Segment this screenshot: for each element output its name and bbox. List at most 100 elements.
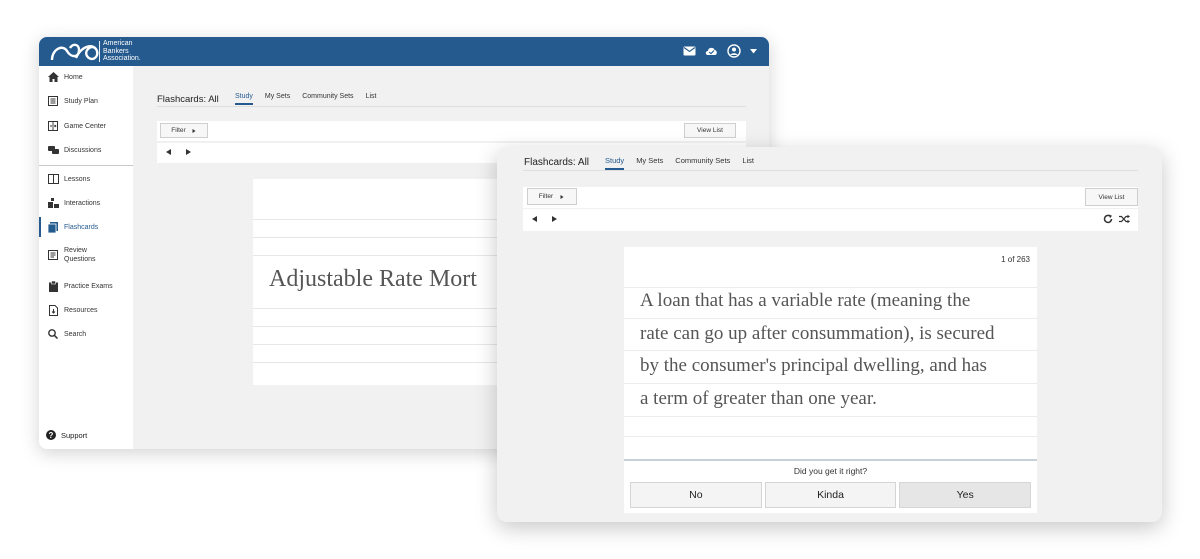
- sidebar-item-search[interactable]: Search: [39, 324, 133, 344]
- grade-kinda-button[interactable]: Kinda: [764, 482, 897, 508]
- svg-text:?: ?: [49, 431, 54, 440]
- card-rule: [624, 416, 1037, 417]
- self-grade-buttons: No Kinda Yes: [630, 482, 1032, 508]
- tab-my-sets[interactable]: My Sets: [265, 93, 290, 105]
- game-center-icon: [47, 120, 59, 132]
- view-list-button[interactable]: View List: [1085, 188, 1138, 206]
- answer-divider: [624, 459, 1037, 461]
- next-card-icon[interactable]: [186, 149, 191, 155]
- flashcard-back-side[interactable]: 1 of 263 A loan that has a variable rate…: [624, 247, 1037, 513]
- card-definition: A loan that has a variable rate (meaning…: [640, 285, 1030, 415]
- tab-bar: Study My Sets Community Sets List: [605, 156, 754, 170]
- tab-list[interactable]: List: [742, 156, 754, 170]
- sidebar-item-label: Review Questions: [64, 247, 96, 263]
- sidebar-item-discussions[interactable]: Discussions: [39, 140, 133, 160]
- sidebar-item-practice-exams[interactable]: Practice Exams: [39, 276, 133, 296]
- sidebar-item-label: Game Center: [64, 122, 107, 130]
- brand-name: American Bankers Association.: [103, 40, 141, 63]
- home-icon: [47, 71, 59, 83]
- view-list-label: View List: [697, 127, 723, 134]
- sidebar-item-label: Lessons: [64, 175, 91, 183]
- logo-separator: [99, 41, 100, 62]
- search-icon: [47, 328, 59, 340]
- title-divider: [523, 170, 1138, 171]
- grade-no-button[interactable]: No: [630, 482, 762, 508]
- support-link[interactable]: ? Support: [46, 430, 87, 440]
- view-list-label: View List: [1098, 193, 1125, 201]
- title-divider: [157, 106, 746, 107]
- sidebar-item-label: Study Plan: [64, 97, 98, 105]
- resources-icon: [47, 304, 59, 316]
- sidebar-item-label: Discussions: [64, 146, 102, 154]
- caret-right-icon: [560, 194, 564, 199]
- front-window: Flashcards: All Study My Sets Community …: [497, 147, 1162, 522]
- next-card-icon[interactable]: [552, 216, 557, 222]
- shuffle-icon[interactable]: [1119, 214, 1130, 224]
- card-nav-bar: [523, 209, 1138, 231]
- page-title: Flashcards: All: [524, 157, 590, 168]
- grade-yes-button[interactable]: Yes: [899, 482, 1032, 508]
- sidebar-item-study-plan[interactable]: Study Plan: [39, 91, 133, 111]
- review-questions-icon: [47, 249, 59, 261]
- previous-card-icon[interactable]: [532, 216, 537, 222]
- sidebar-item-review-questions[interactable]: Review Questions: [39, 243, 133, 267]
- definition-line: rate can go up after consummation), is s…: [640, 322, 995, 344]
- sidebar-item-label: Flashcards: [64, 223, 99, 231]
- tab-bar: Study My Sets Community Sets List: [235, 93, 376, 105]
- card-counter: 1 of 263: [1001, 255, 1030, 264]
- discussions-icon: [47, 144, 59, 156]
- cloud-check-icon[interactable]: [705, 46, 718, 56]
- tab-study[interactable]: Study: [605, 156, 625, 170]
- sidebar-item-label: Resources: [64, 306, 98, 314]
- sidebar-item-label: Practice Exams: [64, 282, 113, 290]
- refresh-icon[interactable]: [1103, 214, 1113, 224]
- definition-line: A loan that has a variable rate (meaning…: [640, 290, 971, 311]
- filter-label: Filter: [538, 193, 554, 200]
- sidebar-item-label: Interactions: [64, 199, 101, 207]
- help-icon: ?: [46, 430, 56, 440]
- tab-study[interactable]: Study: [235, 93, 253, 105]
- previous-card-icon[interactable]: [166, 149, 171, 155]
- tab-community-sets[interactable]: Community Sets: [302, 93, 353, 105]
- sidebar-item-resources[interactable]: Resources: [39, 300, 133, 320]
- sidebar-item-lessons[interactable]: Lessons: [39, 169, 133, 189]
- caret-right-icon: [192, 128, 196, 133]
- card-controls: [1103, 214, 1130, 224]
- filter-bar: Filter View List: [157, 121, 746, 141]
- card-term: Adjustable Rate Mort: [269, 266, 477, 292]
- tab-community-sets[interactable]: Community Sets: [675, 156, 730, 170]
- page-title: Flashcards: All: [157, 94, 219, 105]
- aba-logo-icon[interactable]: [49, 41, 105, 63]
- definition-line: by the consumer's principal dwelling, an…: [640, 355, 987, 376]
- sidebar-item-home[interactable]: Home: [39, 67, 133, 87]
- brand-line: Bankers: [103, 47, 129, 55]
- filter-button[interactable]: Filter: [527, 188, 577, 205]
- support-label: Support: [61, 430, 88, 440]
- definition-line: a term of greater than one year.: [640, 387, 877, 409]
- view-list-button[interactable]: View List: [684, 123, 736, 138]
- tab-my-sets[interactable]: My Sets: [636, 156, 663, 170]
- study-plan-icon: [47, 95, 59, 107]
- sidebar: Home Study Plan Game Center Discussions: [39, 66, 133, 449]
- top-icons: [683, 44, 757, 58]
- self-grade-prompt: Did you get it right?: [793, 466, 868, 476]
- filter-label: Filter: [171, 127, 186, 134]
- flashcards-icon: [47, 221, 59, 233]
- brand-line: Association.: [103, 55, 141, 62]
- filter-bar: Filter View List: [523, 187, 1138, 208]
- mail-icon[interactable]: [683, 46, 696, 56]
- practice-exams-icon: [47, 280, 59, 292]
- filter-button[interactable]: Filter: [160, 123, 208, 138]
- lessons-icon: [47, 173, 59, 185]
- user-account-icon[interactable]: [727, 44, 741, 58]
- sidebar-item-interactions[interactable]: Interactions: [39, 193, 133, 213]
- sidebar-item-flashcards[interactable]: Flashcards: [39, 217, 133, 237]
- sidebar-item-label: Search: [64, 330, 87, 338]
- brand-line: American: [103, 40, 133, 47]
- caret-down-icon[interactable]: [750, 48, 757, 54]
- sidebar-item-label: Home: [64, 73, 83, 81]
- interactions-icon: [47, 197, 59, 209]
- card-rule: [624, 436, 1037, 437]
- tab-list[interactable]: List: [366, 93, 377, 105]
- sidebar-item-game-center[interactable]: Game Center: [39, 116, 133, 136]
